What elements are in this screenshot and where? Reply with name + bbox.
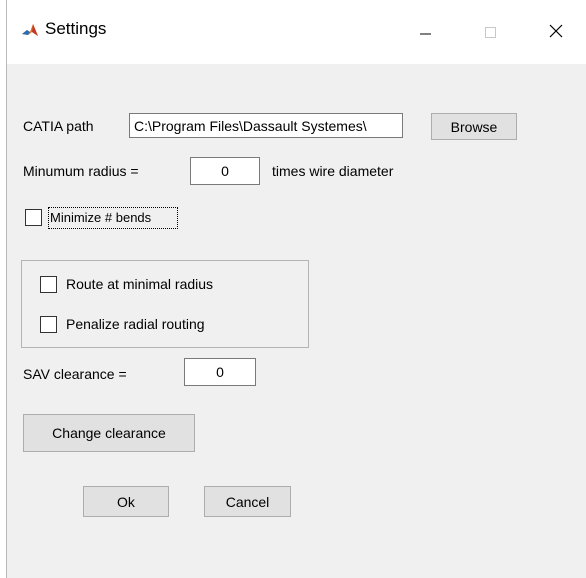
sav-clearance-input[interactable] — [184, 358, 256, 386]
route-minimal-radius-label[interactable]: Route at minimal radius — [66, 276, 213, 292]
window-title: Settings — [45, 19, 107, 38]
change-clearance-label: Change clearance — [52, 425, 166, 441]
browse-button[interactable]: Browse — [431, 113, 517, 140]
ok-label: Ok — [117, 493, 135, 510]
min-radius-input[interactable] — [190, 157, 260, 185]
title-bar[interactable]: Settings — [7, 0, 586, 64]
change-clearance-button[interactable]: Change clearance — [23, 414, 195, 452]
close-icon — [549, 24, 563, 38]
cancel-label: Cancel — [225, 493, 270, 510]
cancel-button[interactable]: Cancel — [204, 486, 291, 517]
catia-path-input[interactable] — [129, 113, 403, 138]
min-radius-label: Minumum radius = — [23, 163, 139, 179]
minimize-button[interactable] — [402, 14, 448, 48]
settings-window: Settings CATIA path Browse Minumum radiu… — [6, 0, 586, 578]
penalize-radial-checkbox[interactable] — [40, 316, 57, 333]
maximize-icon — [485, 27, 496, 38]
sav-clearance-label: SAV clearance = — [23, 366, 127, 382]
route-minimal-radius-checkbox[interactable] — [40, 276, 57, 293]
min-radius-suffix: times wire diameter — [272, 163, 394, 179]
minimize-bends-label[interactable]: Minimize # bends — [50, 210, 151, 225]
penalize-radial-label[interactable]: Penalize radial routing — [66, 316, 205, 332]
minimize-icon — [420, 33, 431, 35]
matlab-icon — [21, 21, 39, 39]
routing-panel — [21, 260, 309, 348]
close-button[interactable] — [533, 14, 579, 48]
ok-button[interactable]: Ok — [83, 486, 169, 517]
catia-path-label: CATIA path — [23, 118, 94, 134]
minimize-bends-checkbox[interactable] — [25, 209, 42, 226]
maximize-button[interactable] — [467, 14, 513, 48]
browse-label: Browse — [450, 118, 498, 135]
